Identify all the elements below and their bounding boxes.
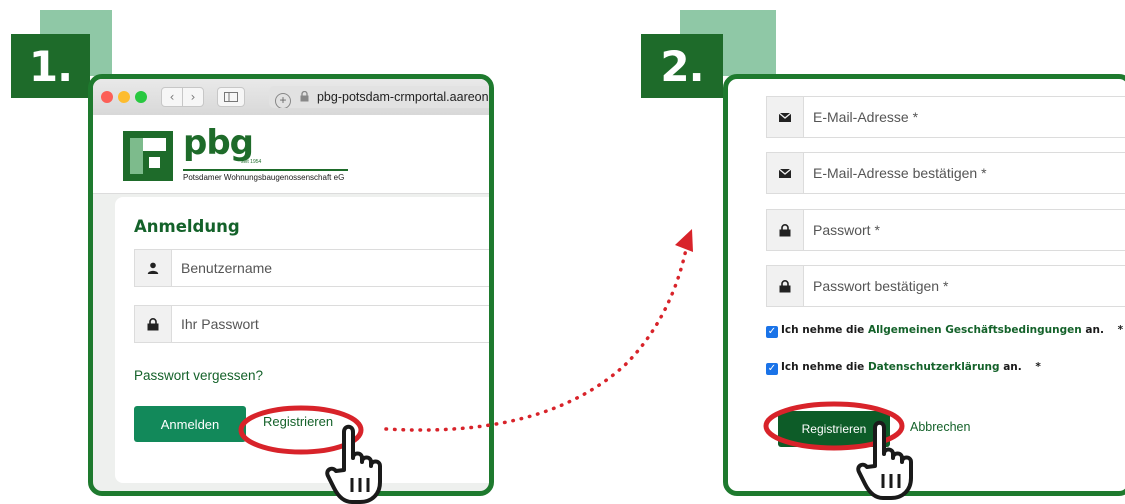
pbg-logo: pbg seit 1954 Potsdamer Wohnungsbaugenos…	[123, 123, 373, 187]
terms-suffix: an.	[1081, 324, 1104, 336]
sidebar-icon	[224, 92, 238, 102]
email-confirm-placeholder: E-Mail-Adresse bestätigen *	[813, 165, 987, 181]
hand-pointer-icon	[856, 420, 913, 500]
forward-button[interactable]: ›	[182, 87, 204, 107]
add-tab-icon[interactable]: +	[275, 93, 291, 108]
minimize-window-dot[interactable]	[118, 91, 130, 103]
step-connector-arrow	[384, 229, 693, 432]
pbg-logo-tagline: Potsdamer Wohnungsbaugenossenschaft eG	[183, 173, 345, 182]
url-text: pbg-potsdam-crmportal.aareon.co	[316, 90, 489, 104]
lock-icon	[147, 317, 159, 330]
forgot-password-link[interactable]: Passwort vergessen?	[134, 368, 263, 383]
register-password-confirm-field[interactable]: Passwort bestätigen *	[766, 265, 1125, 307]
envelope-icon	[779, 112, 791, 122]
step2-badge: 2.	[641, 34, 723, 98]
user-icon	[147, 262, 159, 274]
padlock-icon	[300, 90, 309, 102]
hand-pointer-icon	[325, 424, 382, 504]
terms-prefix: Ich nehme die	[781, 324, 868, 336]
privacy-checkbox[interactable]: ✓	[766, 363, 778, 375]
maximize-window-dot[interactable]	[135, 91, 147, 103]
register-password-field[interactable]: Passwort *	[766, 209, 1125, 251]
terms-checkbox[interactable]: ✓	[766, 326, 778, 338]
email-field[interactable]: E-Mail-Adresse *	[766, 96, 1125, 138]
site-header: pbg seit 1954 Potsdamer Wohnungsbaugenos…	[93, 115, 489, 194]
register-password-placeholder: Passwort *	[813, 222, 880, 238]
address-bar[interactable]: + pbg-potsdam-crmportal.aareon.co	[269, 86, 489, 108]
back-button[interactable]: ‹	[161, 87, 183, 107]
privacy-label: Ich nehme die Datenschutzerklärung an. *	[781, 361, 1041, 373]
browser-toolbar: ‹ › + pbg-potsdam-crmportal.aareon.co	[93, 79, 489, 116]
lock-icon	[779, 223, 791, 236]
terms-required-mark: *	[1117, 324, 1124, 336]
pbg-logo-name: pbg	[183, 123, 254, 163]
privacy-required-mark: *	[1035, 361, 1041, 373]
register-password-confirm-placeholder: Passwort bestätigen *	[813, 278, 949, 294]
username-placeholder: Benutzername	[181, 260, 273, 276]
envelope-icon	[779, 168, 791, 178]
lock-icon	[779, 279, 791, 292]
step1-badge: 1.	[11, 34, 90, 98]
close-window-dot[interactable]	[101, 91, 113, 103]
step2-label: 2.	[660, 41, 704, 91]
terms-link[interactable]: Allgemeinen Geschäftsbedingungen	[868, 324, 1082, 336]
step1-label: 1.	[28, 41, 73, 91]
sidebar-toggle-button[interactable]	[217, 87, 245, 107]
pbg-logo-since: seit 1954	[241, 159, 262, 165]
privacy-prefix: Ich nehme die	[781, 361, 868, 373]
privacy-suffix: an.	[999, 361, 1022, 373]
privacy-link[interactable]: Datenschutzerklärung	[868, 361, 1000, 373]
pbg-logo-mark	[123, 131, 173, 181]
terms-label: Ich nehme die Allgemeinen Geschäftsbedin…	[781, 324, 1123, 336]
cancel-link[interactable]: Abbrechen	[910, 420, 970, 434]
email-confirm-field[interactable]: E-Mail-Adresse bestätigen *	[766, 152, 1125, 194]
email-placeholder: E-Mail-Adresse *	[813, 109, 919, 125]
arrowhead	[675, 229, 693, 252]
login-title: Anmeldung	[134, 217, 240, 236]
pbg-logo-rule	[183, 169, 348, 171]
password-placeholder: Ihr Passwort	[181, 316, 259, 332]
login-button[interactable]: Anmelden	[134, 406, 246, 442]
